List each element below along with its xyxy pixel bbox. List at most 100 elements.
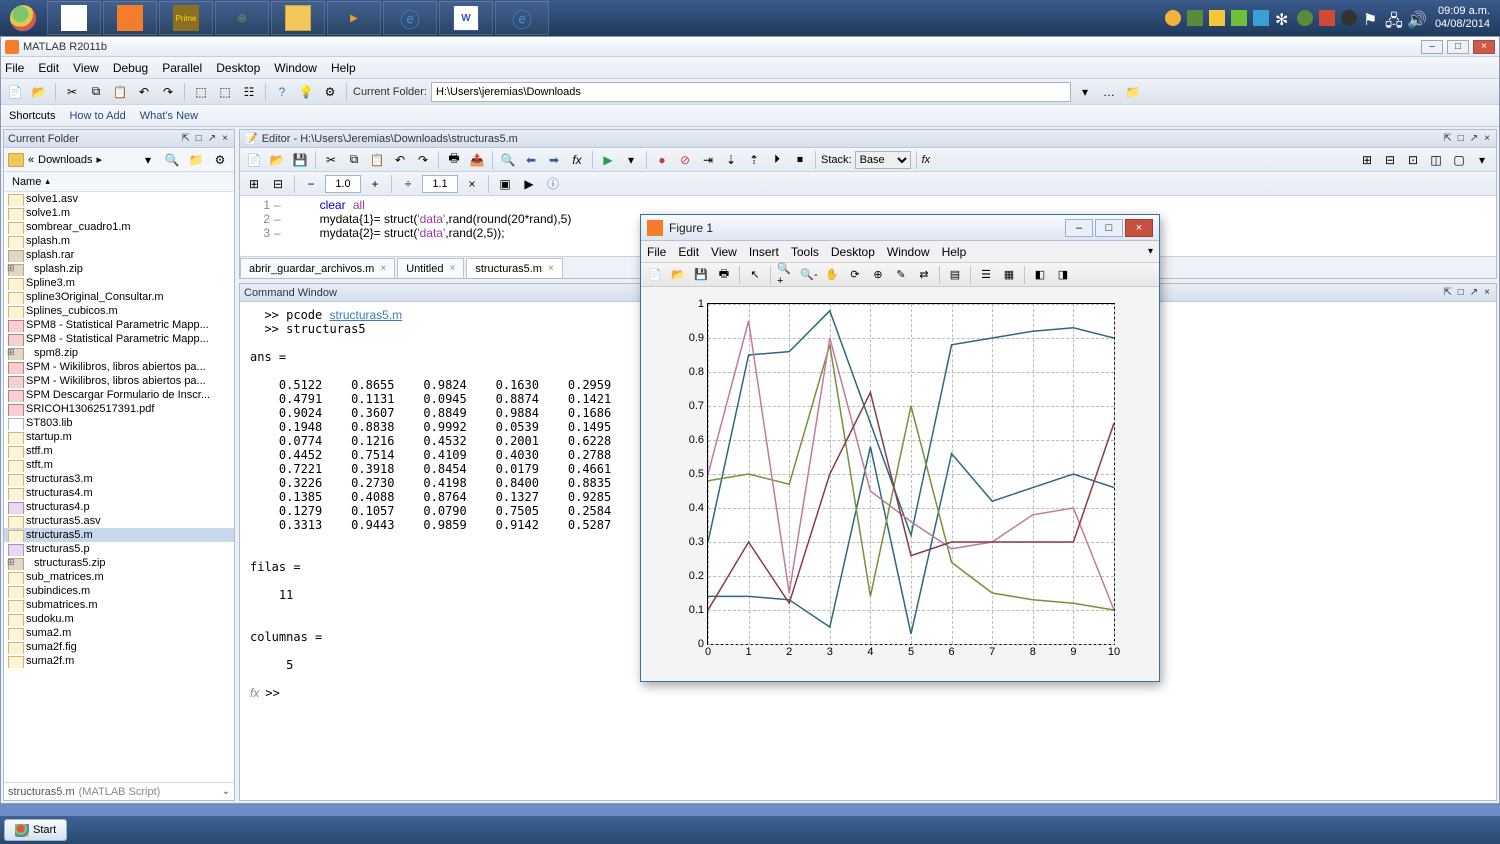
file-item[interactable]: Spline3.m [4, 276, 234, 290]
legend-icon[interactable]: ☰ [976, 265, 996, 285]
file-item[interactable]: startup.m [4, 430, 234, 444]
run-advance-icon[interactable]: ▶ [519, 174, 539, 194]
panel-min-icon[interactable]: □ [194, 133, 204, 144]
taskbar-explorer[interactable] [271, 1, 325, 35]
hide-tools-icon[interactable]: ◧ [1030, 265, 1050, 285]
simulink-icon[interactable]: ⬚ [191, 82, 211, 102]
stack-select[interactable]: Base [855, 151, 911, 169]
layout-drop-icon[interactable]: ▾ [1472, 150, 1492, 170]
cut-icon[interactable]: ✂ [62, 82, 82, 102]
zoom-in-icon[interactable]: 🔍+ [776, 265, 796, 285]
figure-window[interactable]: Figure 1 – □ × File Edit View Insert Too… [640, 214, 1160, 682]
taskbar-word[interactable]: W [439, 1, 493, 35]
menu-file[interactable]: File [5, 61, 24, 75]
cf-details[interactable]: structuras5.m (MATLAB Script) ⌄ [4, 782, 234, 800]
file-item[interactable]: structuras4.m [4, 486, 234, 500]
panel-close-icon[interactable]: × [1482, 133, 1492, 144]
run-section-icon[interactable]: ▣ [495, 174, 515, 194]
menu-view[interactable]: View [73, 61, 99, 75]
paste-icon[interactable]: 📋 [367, 150, 387, 170]
help-icon[interactable]: ? [272, 82, 292, 102]
back-icon[interactable]: ⬅ [521, 150, 541, 170]
file-item[interactable]: Splines_cubicos.m [4, 304, 234, 318]
save-icon[interactable]: 💾 [290, 150, 310, 170]
cf-dropdown-icon[interactable]: ▾ [1075, 82, 1095, 102]
file-item[interactable]: SPM Descargar Formulario de Inscr... [4, 388, 234, 402]
menu-edit[interactable]: Edit [38, 61, 59, 75]
step-icon[interactable]: ⇥ [698, 150, 718, 170]
cf-panel-header[interactable]: Current Folder ⇱□↗× [4, 130, 234, 148]
tray-icon[interactable]: ✻ [1275, 10, 1291, 26]
folder-icon[interactable] [8, 153, 24, 167]
cell-icon[interactable]: ⊟ [268, 174, 288, 194]
file-item[interactable]: SPM - Wikilibros, libros abiertos pa... [4, 374, 234, 388]
panel-dock-icon[interactable]: ⇱ [1441, 133, 1453, 144]
file-item[interactable]: subindices.m [4, 584, 234, 598]
figure-titlebar[interactable]: Figure 1 – □ × [641, 215, 1159, 241]
shortcut-whats-new[interactable]: What's New [140, 110, 198, 122]
file-item[interactable]: solve1.m [4, 206, 234, 220]
file-item[interactable]: spm8.zip [4, 346, 234, 360]
cf-search-icon[interactable]: 🔍 [162, 150, 182, 170]
file-item[interactable]: structuras5.zip [4, 556, 234, 570]
current-folder-input[interactable] [431, 82, 1071, 102]
taskbar-app-matlab[interactable] [103, 1, 157, 35]
tray-icon[interactable] [1319, 10, 1335, 26]
redo-icon[interactable]: ↷ [413, 150, 433, 170]
divide-icon[interactable]: ÷ [398, 174, 418, 194]
taskbar-media[interactable]: ▶ [327, 1, 381, 35]
rotate-icon[interactable]: ⟳ [845, 265, 865, 285]
copy-icon[interactable]: ⧉ [86, 82, 106, 102]
link-icon[interactable]: ⇄ [914, 265, 934, 285]
find-icon[interactable]: 🔍 [498, 150, 518, 170]
step-out-icon[interactable]: ⇡ [744, 150, 764, 170]
editor-header[interactable]: 📝 Editor - H:\Users\Jeremias\Downloads\s… [240, 130, 1496, 148]
plot-tools-icon[interactable]: ▦ [999, 265, 1019, 285]
guide-icon[interactable]: ⬚ [215, 82, 235, 102]
file-item[interactable]: sombrear_cuadro1.m [4, 220, 234, 234]
maximize-button[interactable]: □ [1447, 40, 1469, 54]
stop-icon[interactable]: ⏹ [790, 150, 810, 170]
clear-bp-icon[interactable]: ⊘ [675, 150, 695, 170]
new-icon[interactable]: 📄 [5, 82, 25, 102]
menu-help[interactable]: Help [331, 61, 356, 75]
file-list[interactable]: solve1.asvsolve1.msombrear_cuadro1.mspla… [4, 192, 234, 782]
times-icon[interactable]: × [462, 174, 482, 194]
file-item[interactable]: structuras5.m [4, 528, 234, 542]
file-item[interactable]: SPM8 - Statistical Parametric Mapp... [4, 332, 234, 346]
figure-canvas[interactable]: 00.10.20.30.40.50.60.70.80.9101234567891… [641, 287, 1159, 681]
copy-icon[interactable]: ⧉ [344, 150, 364, 170]
print-icon[interactable]: 🖶 [714, 265, 734, 285]
file-item[interactable]: stff.m [4, 444, 234, 458]
close-button[interactable]: × [1125, 219, 1153, 237]
continue-icon[interactable]: ⏵ [767, 150, 787, 170]
paste-icon[interactable]: 📋 [110, 82, 130, 102]
colorbar-icon[interactable]: ▤ [945, 265, 965, 285]
breakpoint-icon[interactable]: ● [652, 150, 672, 170]
step-in-icon[interactable]: ⇣ [721, 150, 741, 170]
undo-icon[interactable]: ↶ [390, 150, 410, 170]
panel-max-icon[interactable]: ↗ [206, 133, 218, 144]
layout-icon[interactable]: ▢ [1449, 150, 1469, 170]
fig-menu-window[interactable]: Window [887, 245, 930, 259]
layout-icon[interactable]: ⊟ [1380, 150, 1400, 170]
axes[interactable]: 00.10.20.30.40.50.60.70.80.9101234567891… [707, 303, 1115, 645]
cut-icon[interactable]: ✂ [321, 150, 341, 170]
taskbar-ie-1[interactable]: ⓔ [383, 1, 437, 35]
open-icon[interactable]: 📂 [29, 82, 49, 102]
file-item[interactable]: SPM - Wikilibros, libros abiertos pa... [4, 360, 234, 374]
panel-min-icon[interactable]: □ [1456, 133, 1466, 144]
panel-max-icon[interactable]: ↗ [1468, 287, 1480, 298]
tray-clock[interactable]: 09:09 a.m. 04/08/2014 [1429, 5, 1496, 31]
tab-close-icon[interactable]: × [449, 263, 455, 274]
tray-network-icon[interactable]: 🖧 [1385, 10, 1401, 26]
tray-icon[interactable] [1297, 10, 1313, 26]
cell-icon[interactable]: ⊞ [244, 174, 264, 194]
taskbar-app-4[interactable]: ◎ [215, 1, 269, 35]
fig-menu-insert[interactable]: Insert [749, 245, 779, 259]
panel-min-icon[interactable]: □ [1456, 287, 1466, 298]
profiler-icon[interactable]: ☷ [239, 82, 259, 102]
new-icon[interactable]: 📄 [244, 150, 264, 170]
breadcrumb-item[interactable]: Downloads [38, 154, 92, 166]
start-orb[interactable] [0, 0, 46, 36]
